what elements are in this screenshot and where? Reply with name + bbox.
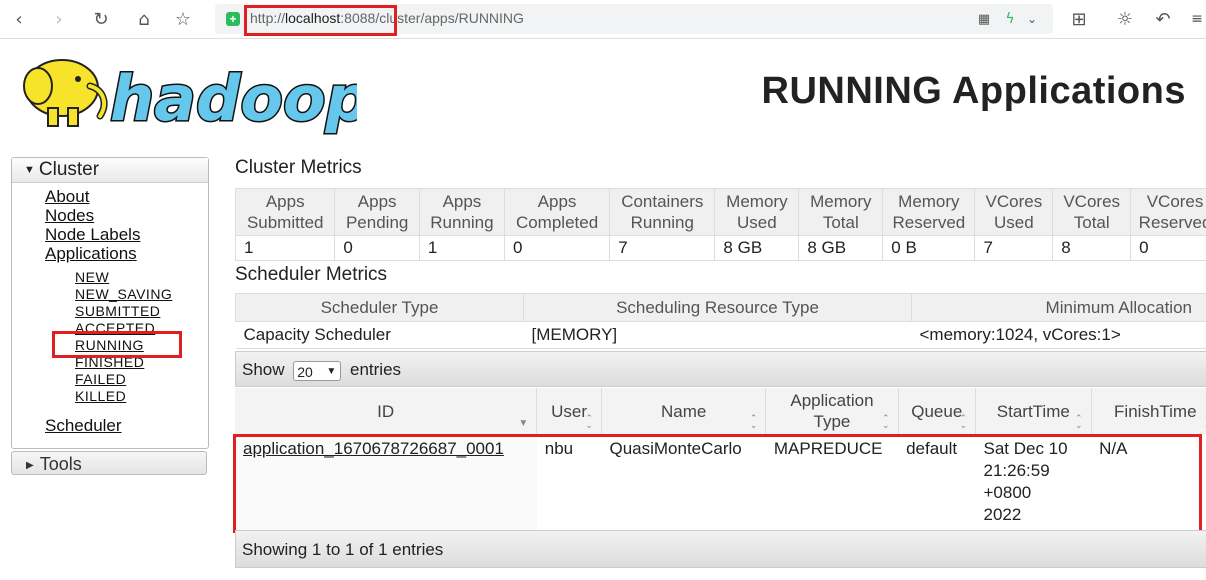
page-title: RUNNING Applications bbox=[761, 70, 1186, 112]
metrics-value-2: 1 bbox=[418, 235, 505, 261]
metrics-value-3: 0 bbox=[503, 235, 610, 261]
apps-col-finish-time[interactable]: FinishTime⌃ ⌄ bbox=[1091, 388, 1206, 434]
scheduler-metrics-table: Scheduler Type Scheduling Resource Type … bbox=[235, 293, 1206, 349]
apps-col-start-time[interactable]: StartTime ⌃ ⌄ bbox=[975, 388, 1092, 434]
metrics-value-1: 0 bbox=[334, 235, 420, 261]
secure-shield-icon: + bbox=[226, 12, 240, 26]
forward-icon[interactable]: › bbox=[48, 8, 70, 30]
browser-toolbar: ‹ › ↻ ⌂ ☆ + http://localhost:8088/cluste… bbox=[0, 0, 1206, 39]
sidebar-cluster-panel: ▼ Cluster About Nodes Node Labels Applica… bbox=[11, 157, 209, 449]
apps-col-application-type[interactable]: Application Type ⌃ ⌄ bbox=[765, 388, 899, 434]
sidebar-link-applications[interactable]: Applications bbox=[45, 244, 137, 264]
grid-apps-icon[interactable]: ⊞ bbox=[1068, 8, 1090, 30]
table-info-footer: Showing 1 to 1 of 1 entries bbox=[235, 530, 1206, 568]
menu-icon[interactable]: ≡ bbox=[1186, 8, 1206, 30]
qr-code-icon[interactable]: ▦ bbox=[973, 8, 995, 30]
sidebar-state-submitted[interactable]: SUBMITTED bbox=[75, 303, 160, 319]
apps-col-queue[interactable]: Queue ⌃ ⌄ bbox=[898, 388, 976, 434]
entries-select[interactable]: 20 ▼ bbox=[293, 360, 342, 381]
metrics-header-10: VCores Reserved bbox=[1130, 188, 1206, 236]
sidebar-state-failed[interactable]: FAILED bbox=[75, 371, 126, 387]
sort-both-icon: ⌃ ⌄ bbox=[959, 413, 967, 430]
metrics-value-9: 8 bbox=[1052, 235, 1131, 261]
sidebar-state-new-saving[interactable]: NEW_SAVING bbox=[75, 286, 172, 302]
metrics-value-6: 8 GB bbox=[798, 235, 883, 261]
metrics-header-7: Memory Reserved bbox=[882, 188, 976, 236]
sidebar-link-node-labels[interactable]: Node Labels bbox=[45, 225, 140, 245]
cluster-metrics-title: Cluster Metrics bbox=[235, 157, 362, 178]
brightness-icon[interactable]: ☼ bbox=[1114, 8, 1136, 30]
dropdown-chevron-icon[interactable]: ⌄ bbox=[1021, 8, 1043, 30]
sidebar-state-new[interactable]: NEW bbox=[75, 269, 109, 285]
collapsed-triangle-icon: ▶ bbox=[26, 460, 34, 471]
sort-desc-icon: ▼ bbox=[518, 418, 529, 429]
metrics-header-9: VCores Total bbox=[1052, 188, 1132, 236]
metrics-value-10: 0 bbox=[1130, 235, 1206, 261]
sort-both-icon: ⌃ ⌄ bbox=[749, 413, 758, 430]
hadoop-logo: hadoop bbox=[23, 59, 357, 136]
sched-col-type: Scheduler Type bbox=[235, 293, 524, 322]
metrics-header-3: Apps Completed bbox=[503, 188, 611, 236]
sort-both-icon: ⌃ ⌄ bbox=[882, 413, 890, 430]
lightning-icon[interactable]: ϟ bbox=[999, 8, 1021, 30]
metrics-header-4: Containers Running bbox=[609, 188, 716, 236]
sidebar-cluster-header[interactable]: ▼ Cluster bbox=[12, 158, 208, 183]
url-highlight-box bbox=[244, 5, 397, 36]
back-icon[interactable]: ‹ bbox=[8, 8, 30, 30]
row-highlight-box bbox=[233, 434, 1202, 533]
sched-col-resource: Scheduling Resource Type bbox=[523, 293, 912, 322]
metrics-value-7: 0 B bbox=[882, 235, 975, 261]
metrics-header-1: Apps Pending bbox=[334, 188, 420, 236]
select-chevron-icon: ▼ bbox=[326, 365, 337, 377]
scheduler-metrics-title: Scheduler Metrics bbox=[235, 264, 388, 285]
sidebar-link-about[interactable]: About bbox=[45, 187, 89, 207]
show-label: Show bbox=[242, 360, 285, 379]
entries-control-bar: Show 20 ▼ entries bbox=[235, 351, 1206, 387]
sort-both-icon: ⌃ ⌄ bbox=[1075, 413, 1083, 430]
running-highlight-box bbox=[52, 331, 182, 358]
expand-triangle-icon: ▼ bbox=[24, 164, 35, 176]
sidebar-link-nodes[interactable]: Nodes bbox=[45, 206, 94, 226]
undo-icon[interactable]: ↶ bbox=[1152, 8, 1174, 30]
apps-col-id[interactable]: ID ▼ bbox=[235, 388, 538, 434]
metrics-header-6: Memory Total bbox=[798, 188, 884, 236]
metrics-header-2: Apps Running bbox=[418, 188, 505, 236]
sidebar-link-scheduler[interactable]: Scheduler bbox=[45, 416, 122, 436]
metrics-value-5: 8 GB bbox=[714, 235, 799, 261]
sidebar-tools-header[interactable]: ▶ Tools bbox=[11, 451, 207, 475]
bookmark-star-icon[interactable]: ☆ bbox=[172, 8, 194, 30]
metrics-value-8: 7 bbox=[974, 235, 1053, 261]
metrics-header-8: VCores Used bbox=[974, 188, 1054, 236]
apps-col-name[interactable]: Name ⌃ ⌄ bbox=[601, 388, 767, 434]
metrics-header-0: Apps Submitted bbox=[234, 188, 336, 236]
sidebar-state-killed[interactable]: KILLED bbox=[75, 388, 126, 404]
metrics-header-5: Memory Used bbox=[714, 188, 800, 236]
metrics-value-4: 7 bbox=[609, 235, 715, 261]
sched-min-alloc-value: <memory:1024, vCores:1> bbox=[911, 321, 1206, 349]
sort-both-icon: ⌃ ⌄ bbox=[585, 413, 593, 430]
home-icon[interactable]: ⌂ bbox=[133, 8, 155, 30]
sched-type-value: Capacity Scheduler bbox=[235, 321, 524, 349]
logo-wordmark: hadoop bbox=[110, 62, 357, 135]
sched-col-min-alloc: Minimum Allocation bbox=[911, 293, 1206, 322]
sched-resource-value: [MEMORY] bbox=[523, 321, 912, 349]
reload-icon[interactable]: ↻ bbox=[90, 8, 112, 30]
apps-col-user[interactable]: User ⌃ ⌄ bbox=[536, 388, 602, 434]
metrics-value-0: 1 bbox=[234, 235, 335, 261]
cluster-metrics-table: Apps Submitted Apps Pending Apps Running Apps C… bbox=[234, 188, 1206, 261]
entries-label: entries bbox=[350, 360, 402, 379]
